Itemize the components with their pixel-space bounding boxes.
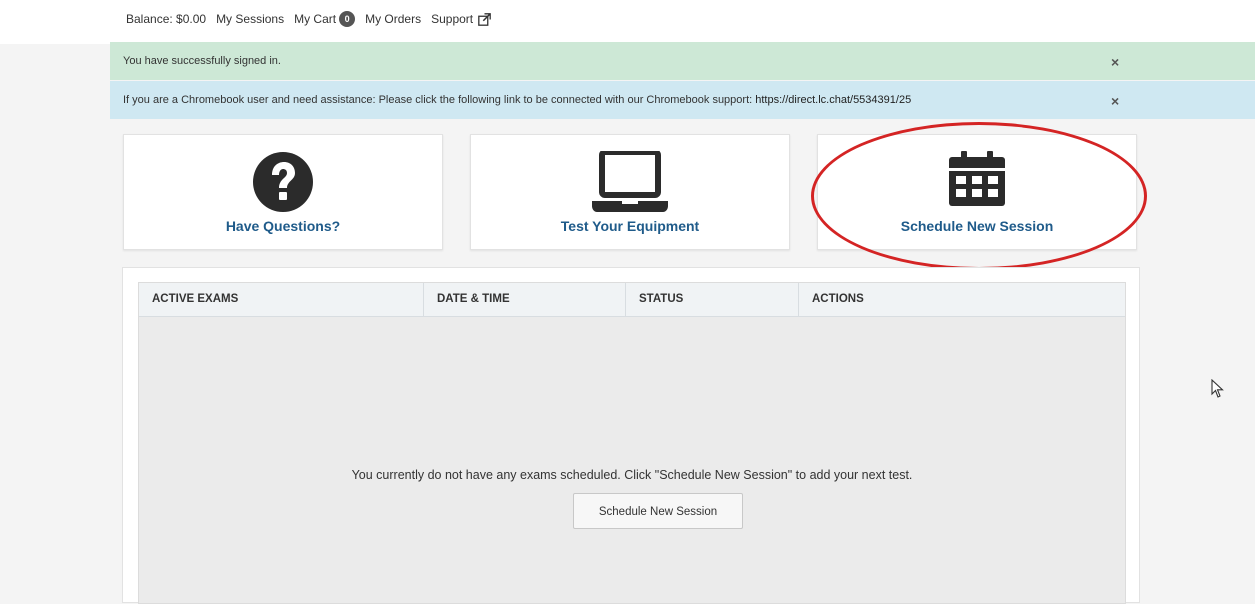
top-nav-links: Balance: $0.00 My Sessions My Cart 0 My …	[126, 11, 501, 27]
mouse-cursor-icon	[1211, 379, 1224, 398]
info-alert-text: If you are a Chromebook user and need as…	[123, 94, 756, 106]
column-header-actions: ACTIONS	[812, 293, 864, 305]
support-link[interactable]: Support	[431, 12, 491, 26]
success-alert: You have successfully signed in. ×	[110, 42, 1255, 80]
my-orders-link[interactable]: My Orders	[365, 12, 421, 26]
column-header-status: STATUS	[626, 283, 799, 316]
info-alert-message: If you are a Chromebook user and need as…	[110, 94, 1255, 106]
close-icon[interactable]: ×	[1111, 54, 1119, 70]
balance-display: Balance: $0.00	[126, 12, 207, 26]
top-nav-bar: Balance: $0.00 My Sessions My Cart 0 My …	[0, 0, 1255, 44]
schedule-new-session-card[interactable]: Schedule New Session	[817, 134, 1137, 250]
support-label: Support	[431, 12, 474, 26]
my-sessions-link[interactable]: My Sessions	[216, 12, 284, 26]
cart-count-badge: 0	[339, 11, 356, 27]
column-header-date-time: DATE & TIME	[424, 283, 626, 316]
test-equipment-label: Test Your Equipment	[560, 218, 700, 234]
laptop-icon	[592, 151, 668, 212]
have-questions-card[interactable]: Have Questions?	[123, 134, 443, 250]
chromebook-support-link[interactable]: https://direct.lc.chat/5534391/25	[755, 94, 911, 106]
success-alert-text: You have successfully signed in.	[123, 55, 281, 67]
active-exams-table: ACTIVE EXAMS DATE & TIME STATUS ACTIONS …	[138, 282, 1126, 604]
question-circle-icon	[253, 152, 313, 212]
my-cart-label: My Cart	[294, 12, 337, 26]
have-questions-label: Have Questions?	[225, 218, 341, 234]
my-cart-link[interactable]: My Cart 0	[294, 11, 356, 27]
chromebook-info-alert: If you are a Chromebook user and need as…	[110, 81, 1255, 119]
schedule-new-session-button[interactable]: Schedule New Session	[573, 493, 743, 529]
active-exams-panel: ACTIVE EXAMS DATE & TIME STATUS ACTIONS …	[122, 267, 1140, 604]
close-icon[interactable]: ×	[1111, 93, 1119, 109]
column-header-active-exams: ACTIVE EXAMS	[139, 283, 424, 316]
calendar-icon	[949, 151, 1005, 206]
empty-state-message: You currently do not have any exams sche…	[351, 468, 913, 482]
test-equipment-card[interactable]: Test Your Equipment	[470, 134, 790, 250]
schedule-new-session-label: Schedule New Session	[900, 218, 1054, 234]
table-header: ACTIVE EXAMS DATE & TIME STATUS ACTIONS	[139, 283, 1125, 317]
external-link-icon	[478, 12, 491, 26]
